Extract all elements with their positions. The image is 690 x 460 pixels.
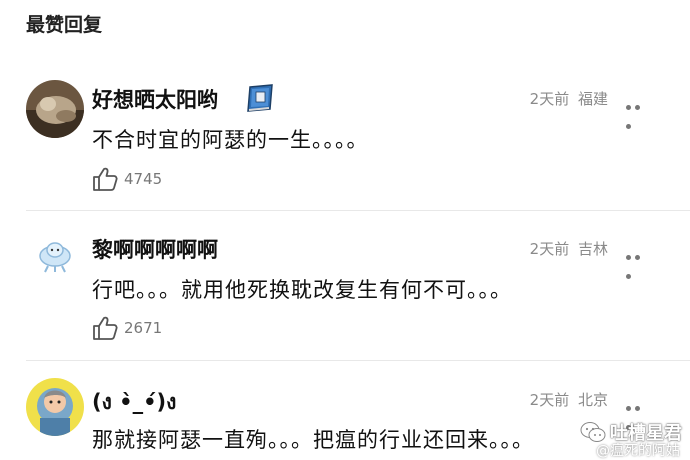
avatar[interactable] [26,80,84,138]
comment-text: 那就接阿瑟一直殉。。。把瘟的行业还回来。。。 [92,428,534,452]
username[interactable]: 好想晒太阳哟 [92,84,218,114]
more-icon[interactable] [626,396,652,430]
like-button[interactable]: 2671 [92,315,162,341]
comment-location: 北京 [577,391,608,409]
avatar[interactable] [26,378,84,436]
more-icon[interactable] [626,95,652,129]
book-badge-icon [247,84,273,112]
watermark-sub: @瘟死的阿姑 [596,443,680,459]
comment-meta: 2天前 福建 [526,88,608,109]
divider [26,210,690,211]
more-icon[interactable] [626,245,652,279]
comment-time: 2天前 [529,240,570,258]
comment-text: 不合时宜的阿瑟的一生。。。。 [92,128,369,152]
comment-meta: 2天前 北京 [526,389,608,410]
comment-time: 2天前 [529,90,570,108]
avatar[interactable] [26,226,84,284]
thumbs-up-icon [93,167,118,191]
comment-time: 2天前 [529,391,570,409]
like-count: 4745 [124,170,163,188]
username[interactable]: (ง •̀_•́)ง [92,386,176,419]
comment-location: 福建 [577,90,608,108]
thumbs-up-icon [93,316,118,340]
comment-text: 行吧。。。就用他死换耽改复生有何不可。。。 [92,278,512,302]
section-title: 最赞回复 [26,14,103,36]
comment-meta: 2天前 吉林 [526,238,608,259]
divider [26,360,690,361]
comment-location: 吉林 [577,240,608,258]
username[interactable]: 黎啊啊啊啊啊 [92,234,218,264]
like-button[interactable]: 4745 [92,166,162,192]
like-count: 2671 [124,319,163,337]
